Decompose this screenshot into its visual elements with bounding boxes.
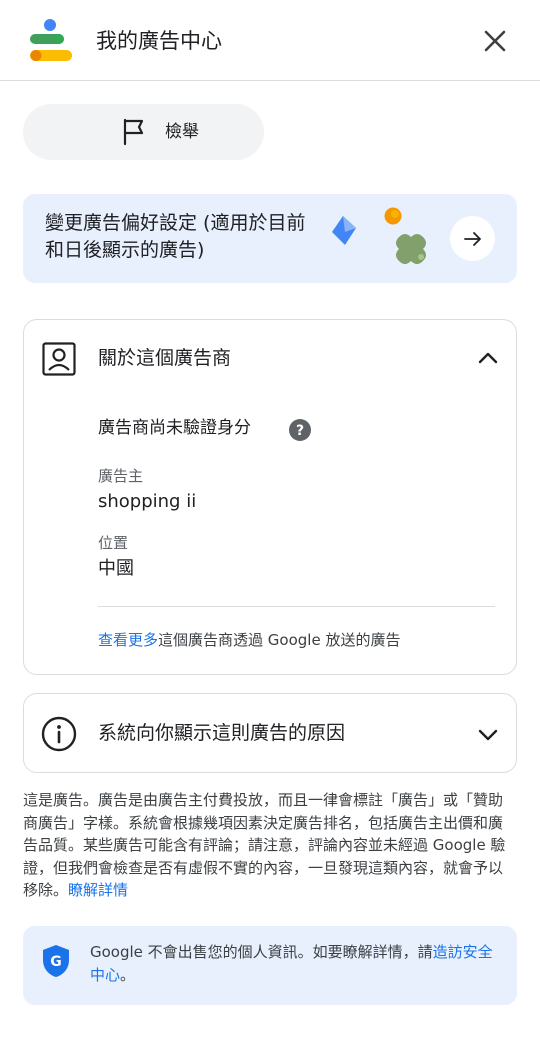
location-value: 中國: [98, 558, 134, 579]
chevron-up-icon[interactable]: [476, 346, 500, 370]
ad-disclaimer: 這是廣告。廣告是由廣告主付費投放，而且一律會標註「廣告」或「贊助商廣告」字樣。系…: [23, 789, 517, 902]
ad-preferences-text: 變更廣告偏好設定 (適用於目前和日後顯示的廣告): [45, 212, 306, 261]
see-more-link[interactable]: 查看更多: [98, 631, 158, 649]
privacy-suffix: 。: [120, 966, 136, 984]
shield-icon: G: [43, 945, 69, 977]
page-title: 我的廣告中心: [96, 29, 222, 53]
report-button[interactable]: 檢舉: [23, 104, 264, 160]
help-icon[interactable]: ?: [289, 419, 311, 441]
learn-more-link[interactable]: 瞭解詳情: [68, 881, 128, 899]
divider: [98, 606, 495, 607]
close-button[interactable]: [476, 22, 514, 60]
svg-text:G: G: [50, 954, 62, 970]
privacy-notice-card: G Google 不會出售您的個人資訊。如要瞭解詳情，請造訪安全中心。: [23, 926, 517, 1005]
advertiser-section: 關於這個廣告商 廣告商尚未驗證身分 ? 廣告主 shopping ii 位置 中…: [23, 319, 517, 675]
advertiser-value: shopping ii: [98, 491, 197, 512]
svg-text:?: ?: [296, 423, 304, 439]
chevron-down-icon[interactable]: [476, 723, 500, 747]
info-icon: [41, 716, 77, 752]
privacy-notice-text: Google 不會出售您的個人資訊。如要瞭解詳情，請造訪安全中心。: [90, 941, 500, 987]
advertiser-label: 廣告主: [98, 467, 144, 485]
advertiser-section-title: 關於這個廣告商: [98, 347, 232, 369]
see-more-row: 查看更多這個廣告商透過 Google 放送的廣告: [98, 629, 400, 651]
ad-preferences-arrow-button[interactable]: [450, 216, 495, 261]
my-ad-center-logo-icon: [30, 19, 72, 61]
verification-status: 廣告商尚未驗證身分: [98, 418, 251, 438]
arrow-right-icon: [463, 231, 481, 246]
person-icon: [42, 342, 76, 376]
see-more-text: 這個廣告商透過 Google 放送的廣告: [158, 631, 401, 649]
privacy-text: Google 不會出售您的個人資訊。如要瞭解詳情，請: [90, 943, 433, 961]
why-this-ad-title: 系統向你顯示這則廣告的原因: [98, 722, 346, 744]
ad-preferences-card[interactable]: 變更廣告偏好設定 (適用於目前和日後顯示的廣告): [23, 194, 517, 283]
why-this-ad-section[interactable]: 系統向你顯示這則廣告的原因: [23, 693, 517, 773]
report-label: 檢舉: [165, 122, 199, 142]
decorative-shapes-illustration: [332, 207, 426, 264]
location-label: 位置: [98, 534, 129, 552]
flag-icon: [123, 118, 144, 146]
app-header: 我的廣告中心: [0, 0, 540, 81]
close-icon: [484, 30, 506, 52]
